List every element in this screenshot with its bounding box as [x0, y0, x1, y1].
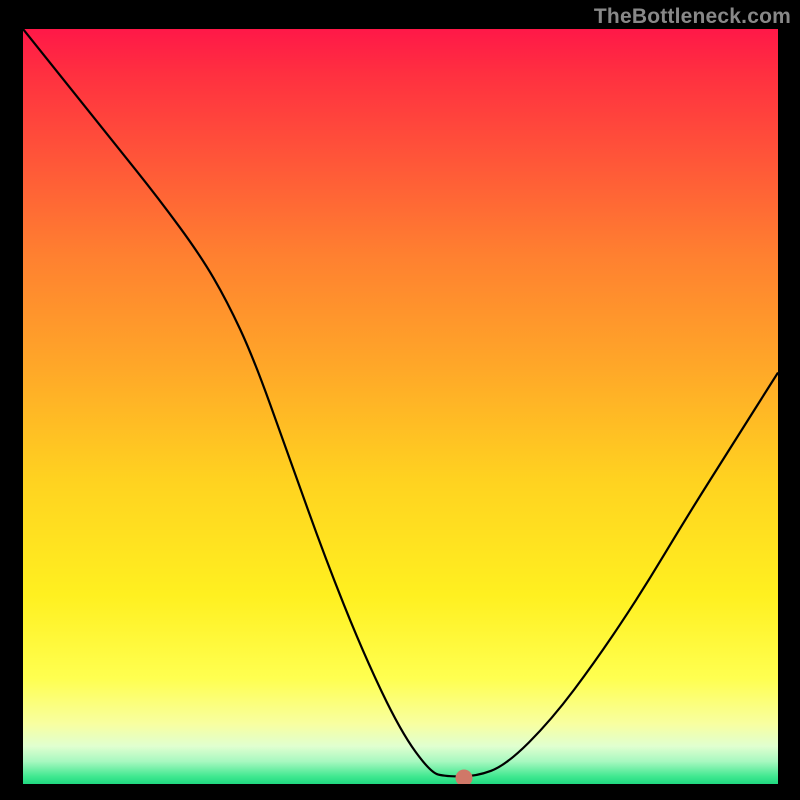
optimal-point-marker	[455, 769, 472, 785]
stage: TheBottleneck.com	[0, 0, 800, 800]
bottleneck-curve-path	[23, 29, 778, 776]
watermark-text: TheBottleneck.com	[594, 5, 791, 29]
bottleneck-curve	[23, 29, 778, 784]
bottleneck-chart	[22, 28, 779, 785]
